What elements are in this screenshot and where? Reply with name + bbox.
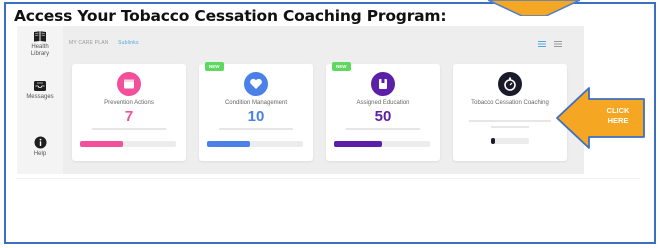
page-heading: Access Your Tobacco Cessation Coaching P… — [14, 7, 447, 25]
card-title: Condition Management — [224, 100, 288, 106]
progress-bar — [491, 138, 529, 144]
progress-bar — [80, 141, 176, 147]
progress-fill — [491, 138, 495, 144]
card-subtext — [491, 126, 529, 128]
sidebar: Health Library Messages Help — [17, 26, 63, 174]
breadcrumb: MY CARE PLAN Sublinks — [69, 40, 139, 46]
card-value: 7 — [124, 108, 134, 125]
app-screenshot: Health Library Messages Help MY CARE PLA… — [17, 26, 584, 174]
card-subtext — [346, 128, 420, 130]
callout-line-2: HERE — [607, 116, 629, 125]
info-icon — [34, 136, 46, 149]
calendar-icon — [117, 72, 141, 96]
grid-view-icon[interactable] — [553, 40, 563, 48]
down-arrow-graphic — [488, 0, 580, 16]
progress-fill — [207, 141, 251, 147]
breadcrumb-sub[interactable]: Sublinks — [118, 40, 139, 46]
card-value: 10 — [247, 108, 265, 125]
sidebar-item-label: Help — [33, 151, 47, 157]
book-icon — [371, 72, 395, 96]
card-subtext — [219, 128, 293, 130]
sidebar-item-help[interactable]: Help — [17, 136, 63, 158]
list-view-icon[interactable] — [537, 40, 547, 48]
sidebar-item-health-library[interactable]: Health Library — [17, 30, 63, 58]
sidebar-item-label: Messages — [26, 94, 54, 100]
book-icon — [34, 31, 46, 42]
sidebar-item-label: Library — [30, 51, 50, 57]
card-assigned-education[interactable]: NEW Assigned Education 50 — [326, 62, 440, 161]
progress-bar — [207, 141, 303, 147]
heart-icon — [244, 72, 268, 96]
breadcrumb-main[interactable]: MY CARE PLAN — [69, 40, 109, 46]
card-condition-management[interactable]: NEW Condition Management 10 — [199, 62, 313, 161]
card-tobacco-cessation-coaching[interactable]: Tobacco Cessation Coaching — [453, 64, 567, 161]
callout-line-1: CLICK — [606, 106, 630, 115]
card-subtext — [469, 120, 551, 122]
card-title: Prevention Actions — [104, 100, 154, 106]
sidebar-item-messages[interactable]: Messages — [17, 80, 63, 101]
sidebar-item-label: Health — [31, 44, 49, 50]
inbox-icon — [34, 81, 46, 91]
stopwatch-icon — [498, 72, 522, 96]
new-badge: NEW — [205, 62, 224, 71]
progress-fill — [334, 141, 382, 147]
progress-bar — [334, 141, 430, 147]
click-here-callout[interactable]: CLICK HERE — [555, 85, 648, 151]
card-title: Assigned Education — [356, 100, 410, 106]
card-subtext — [92, 128, 166, 130]
card-value: 50 — [374, 108, 392, 125]
callout-text: CLICK HERE — [593, 106, 643, 126]
divider — [16, 178, 640, 179]
card-title: Tobacco Cessation Coaching — [471, 100, 549, 106]
main-content: MY CARE PLAN Sublinks Prevention Actions… — [67, 26, 584, 174]
card-prevention-actions[interactable]: Prevention Actions 7 — [72, 64, 186, 161]
new-badge: NEW — [332, 62, 351, 71]
progress-fill — [80, 141, 124, 147]
